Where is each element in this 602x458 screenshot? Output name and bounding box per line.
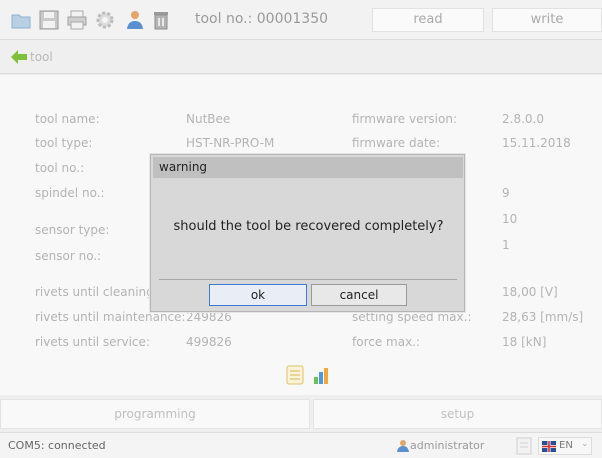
folder-icon[interactable] — [10, 9, 32, 31]
ok-button[interactable]: ok — [209, 284, 307, 306]
user-name[interactable]: administrator — [410, 439, 484, 452]
gear-icon[interactable] — [94, 9, 116, 31]
firmware-date-value: 15.11.2018 — [502, 136, 571, 150]
setting-speed-max-value: 28,63 [mm/s] — [502, 310, 584, 324]
rivets-until-service-label: rivets until service: — [35, 335, 150, 349]
force-max-label: force max.: — [352, 335, 421, 349]
back-arrow-icon[interactable] — [11, 50, 27, 64]
trash-icon[interactable] — [150, 9, 172, 31]
firmware-version-value: 2.8.0.0 — [502, 112, 544, 126]
chevron-down-icon: ⌄ — [581, 439, 589, 449]
dialog-separator — [159, 279, 457, 280]
setting-speed-max-label: setting speed max.: — [352, 310, 472, 324]
document-icon[interactable] — [515, 437, 533, 455]
cancel-button[interactable]: cancel — [311, 284, 407, 306]
sensor-no-label: sensor no.: — [35, 249, 102, 263]
spindel-no-label: spindel no.: — [35, 186, 105, 200]
printer-icon[interactable] — [66, 9, 88, 31]
bar-chart-icon[interactable] — [312, 365, 330, 385]
right-value-1: 1 — [502, 238, 510, 252]
bottom-tabs: programming setup — [0, 397, 602, 431]
tool-type-label: tool type: — [35, 136, 93, 150]
breadcrumb: tool — [0, 40, 602, 74]
tool-type-value: HST-NR-PRO-M — [186, 136, 275, 150]
tool-no-label: tool no.: — [35, 161, 85, 175]
user-icon[interactable] — [122, 9, 144, 31]
language-select[interactable]: EN ⌄ — [538, 437, 592, 455]
tool-name-label: tool name: — [35, 112, 100, 126]
breadcrumb-tool-label[interactable]: tool — [30, 50, 53, 64]
tab-programming[interactable]: programming — [0, 399, 310, 429]
tool-number-title: tool no.: 00001350 — [195, 11, 329, 27]
rivets-until-maintenance-value: 249826 — [186, 310, 232, 324]
rivets-until-service-value: 499826 — [186, 335, 232, 349]
firmware-version-label: firmware version: — [352, 112, 457, 126]
toolbar: tool no.: 00001350 read write — [0, 0, 602, 40]
warning-dialog: warning should the tool be recovered com… — [150, 154, 465, 312]
save-icon[interactable] — [38, 9, 60, 31]
rivets-until-maintenance-label: rivets until maintenance: — [35, 310, 186, 324]
dialog-title: warning — [153, 157, 463, 178]
tab-setup[interactable]: setup — [313, 399, 602, 429]
write-button[interactable]: write — [492, 8, 602, 32]
notes-icon[interactable] — [286, 365, 304, 385]
firmware-date-label: firmware date: — [352, 136, 441, 150]
user-icon — [397, 440, 409, 452]
right-value-10: 10 — [502, 212, 518, 226]
uk-flag-icon — [542, 441, 556, 452]
sensor-type-label: sensor type: — [35, 223, 110, 237]
language-label: EN — [559, 440, 573, 451]
right-value-9: 9 — [502, 186, 510, 200]
read-button[interactable]: read — [372, 8, 484, 32]
dialog-message: should the tool be recovered completely? — [173, 219, 444, 234]
connection-status: COM5: connected — [8, 439, 106, 452]
voltage-value: 18,00 [V] — [502, 285, 558, 299]
force-max-value: 18 [kN] — [502, 335, 547, 349]
tool-name-value: NutBee — [186, 112, 231, 126]
status-bar: COM5: connected administrator EN ⌄ — [0, 432, 602, 458]
rivets-until-cleaning-label: rivets until cleaning — [35, 285, 154, 299]
